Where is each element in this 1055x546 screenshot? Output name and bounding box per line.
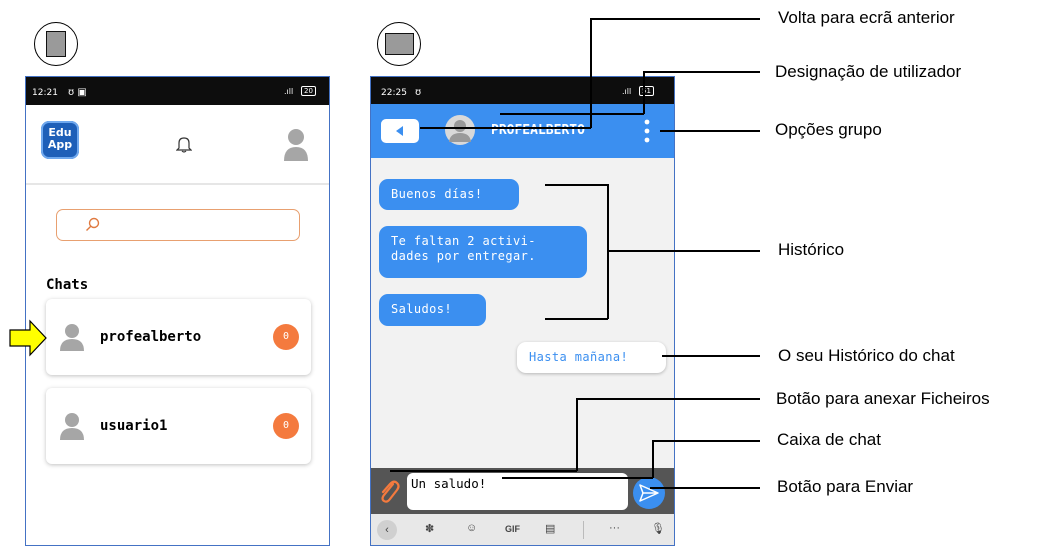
input-bar: Un saludo! bbox=[371, 468, 674, 514]
search-icon bbox=[86, 217, 100, 231]
callout-line bbox=[545, 318, 608, 320]
received-message: Buenos días! bbox=[379, 179, 519, 210]
avatar-icon[interactable] bbox=[445, 115, 475, 145]
chat-item-usuario1[interactable]: usuario1 0 bbox=[46, 388, 311, 464]
battery-icon: 20 bbox=[301, 86, 316, 96]
paperclip-icon[interactable] bbox=[378, 479, 400, 505]
unread-badge: 0 bbox=[273, 324, 299, 350]
annotation-chat-box: Caixa de chat bbox=[777, 430, 881, 449]
callout-line bbox=[590, 18, 592, 128]
gif-button[interactable]: GIF bbox=[505, 524, 520, 534]
avatar-icon[interactable] bbox=[283, 127, 309, 161]
unread-badge: 0 bbox=[273, 413, 299, 439]
step-circle-2 bbox=[377, 22, 421, 66]
annotation-send-button: Botão para Enviar bbox=[777, 477, 914, 496]
status-icons: ʊ bbox=[415, 87, 422, 98]
clipboard-icon[interactable]: ▤ bbox=[545, 522, 555, 535]
signal-icon: .ıll bbox=[622, 87, 632, 96]
logo-text: App bbox=[47, 138, 73, 151]
callout-line bbox=[500, 113, 644, 115]
status-time: 12:21 bbox=[32, 88, 58, 98]
mic-icon[interactable]: 🎙 bbox=[651, 522, 665, 535]
callout-line bbox=[662, 355, 760, 357]
search-input[interactable] bbox=[56, 209, 300, 241]
callout-line bbox=[545, 184, 608, 186]
status-bar: 12:21 ʊ ▣ .ıll 20 bbox=[26, 77, 329, 105]
callout-line bbox=[607, 184, 609, 319]
annotation-history: Histórico bbox=[778, 240, 845, 259]
annotation-attach-button: Botão para anexar Ficheiros bbox=[776, 389, 990, 408]
status-time: 22:25 bbox=[381, 88, 407, 98]
status-bar: 22:25 ʊ .ıll 51 bbox=[371, 77, 674, 104]
callout-line bbox=[590, 18, 760, 20]
step-circle-1 bbox=[34, 22, 78, 66]
callout-line bbox=[643, 71, 760, 73]
sticker-icon[interactable]: ☺ bbox=[466, 522, 477, 534]
callout-line bbox=[502, 477, 653, 479]
keyboard-toolbar: ‹ ✽ ☺ GIF ▤ ··· 🎙 bbox=[371, 514, 674, 545]
callout-line bbox=[660, 130, 760, 132]
callout-line bbox=[652, 440, 760, 442]
bell-icon[interactable] bbox=[176, 135, 192, 153]
palette-icon[interactable]: ✽ bbox=[425, 522, 434, 535]
callout-line bbox=[643, 71, 645, 114]
toolbar-divider bbox=[583, 521, 584, 539]
avatar-icon bbox=[60, 324, 84, 351]
more-vert-icon[interactable] bbox=[644, 118, 650, 144]
send-button[interactable] bbox=[633, 477, 665, 509]
battery-icon: 51 bbox=[639, 86, 654, 96]
more-icon[interactable]: ··· bbox=[609, 522, 620, 534]
right-phone-screen: 22:25 ʊ .ıll 51 PROFEALBERTO Buenos días… bbox=[370, 76, 675, 546]
chat-item-profealberto[interactable]: profealberto 0 bbox=[46, 299, 311, 375]
received-message: Te faltan 2 activi- dades por entregar. bbox=[379, 226, 587, 278]
chat-input-value: Un saludo! bbox=[411, 476, 487, 491]
chat-name: profealberto bbox=[100, 329, 202, 345]
back-icon bbox=[396, 126, 403, 136]
app-logo[interactable]: Edu App bbox=[41, 121, 79, 159]
sent-message: Hasta mañana! bbox=[517, 342, 666, 373]
back-button[interactable] bbox=[381, 119, 419, 143]
left-phone-screen: 12:21 ʊ ▣ .ıll 20 Edu App Chats profealb… bbox=[25, 76, 330, 546]
chats-heading: Chats bbox=[46, 277, 89, 293]
status-icons: ʊ ▣ bbox=[68, 87, 87, 98]
chevron-left-icon[interactable]: ‹ bbox=[377, 520, 397, 540]
annotation-user-designation: Designação de utilizador bbox=[775, 62, 962, 81]
annotation-back: Volta para ecrã anterior bbox=[778, 8, 955, 27]
avatar-icon bbox=[60, 413, 84, 440]
signal-icon: .ıll bbox=[284, 87, 294, 96]
annotation-group-options: Opções grupo bbox=[775, 120, 882, 139]
callout-line bbox=[576, 398, 760, 400]
callout-line bbox=[650, 487, 760, 489]
header-divider bbox=[26, 183, 329, 185]
chat-name: usuario1 bbox=[100, 418, 168, 434]
callout-line bbox=[420, 127, 591, 129]
message-history: Buenos días! Te faltan 2 activi- dades p… bbox=[371, 158, 674, 468]
message-line: Te faltan 2 activi- bbox=[391, 234, 536, 248]
message-line: dades por entregar. bbox=[391, 249, 536, 263]
pointer-arrow-icon bbox=[9, 319, 47, 357]
callout-line bbox=[652, 440, 654, 478]
header-username: PROFEALBERTO bbox=[491, 123, 585, 138]
chat-input[interactable]: Un saludo! bbox=[407, 473, 628, 510]
annotation-your-history: O seu Histórico do chat bbox=[778, 346, 955, 365]
callout-line bbox=[607, 250, 760, 252]
received-message: Saludos! bbox=[379, 294, 486, 326]
callout-line bbox=[576, 398, 578, 471]
callout-line bbox=[390, 470, 577, 472]
